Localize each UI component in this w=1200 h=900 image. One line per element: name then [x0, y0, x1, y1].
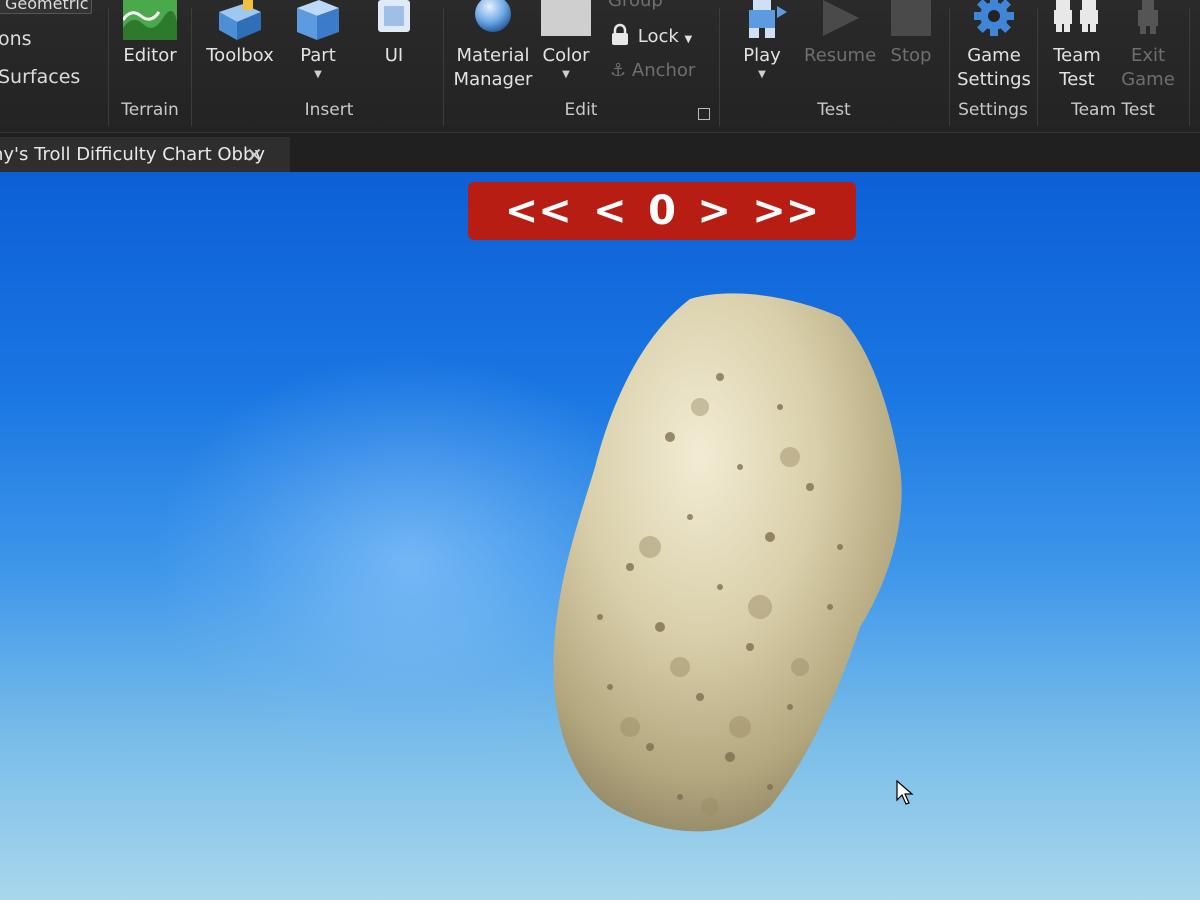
stop-button[interactable]: Stop	[884, 0, 938, 68]
team-test-label-line2: Test	[1059, 69, 1095, 90]
exit-game-label-line1: Exit	[1130, 45, 1166, 66]
3d-viewport[interactable]: << < 0 > >>	[0, 172, 1200, 900]
group-team-test: Team Test Exit Game Team Test	[1038, 0, 1188, 132]
color-swatch-icon	[541, 0, 591, 36]
toolbox-icon	[219, 0, 261, 40]
terrain-editor-button[interactable]: Editor	[118, 0, 182, 68]
mouse-cursor-icon	[896, 780, 914, 805]
prev-stage-button[interactable]: <	[593, 182, 627, 240]
editor-label: Editor	[123, 45, 177, 66]
material-manager-button[interactable]: Material Manager	[452, 0, 534, 92]
document-tab[interactable]: ny's Troll Difficulty Chart Obby ✕	[0, 137, 290, 173]
team-test-button[interactable]: Team Test	[1042, 0, 1112, 92]
play-button[interactable]: Play ▼	[732, 0, 792, 82]
ribbon-left-partial: Geometric ons Surfaces	[0, 0, 108, 132]
resume-button[interactable]: Resume	[804, 0, 876, 68]
play-label: Play	[743, 45, 781, 66]
resume-label: Resume	[804, 45, 877, 66]
document-tab-bar: ny's Troll Difficulty Chart Obby ✕	[0, 132, 1200, 173]
exit-game-icon	[1138, 0, 1158, 34]
group-separator	[1189, 8, 1190, 126]
exit-game-label-line2: Game	[1121, 69, 1175, 90]
anchor-icon: ⚓	[610, 60, 627, 81]
group-label-edit: Edit	[564, 100, 598, 120]
group-terrain: Editor Terrain	[110, 0, 190, 132]
toolbox-button[interactable]: Toolbox	[202, 0, 278, 68]
expand-group-icon[interactable]	[698, 108, 710, 120]
part-button[interactable]: Part ▼	[288, 0, 348, 82]
game-settings-label-line1: Game	[967, 45, 1021, 66]
game-settings-button[interactable]: Game Settings	[956, 0, 1032, 92]
color-button[interactable]: Color ▼	[536, 0, 596, 82]
studio-ribbon: Geometric ons Surfaces Editor Terrain To…	[0, 0, 1200, 132]
group-label: Group	[608, 0, 663, 11]
chevron-down-icon[interactable]: ▼	[536, 68, 596, 82]
stop-label: Stop	[890, 45, 932, 66]
partial-item-surfaces[interactable]: Surfaces	[0, 66, 80, 88]
material-sphere-icon	[475, 0, 511, 32]
lock-button[interactable]: Lock ▼	[608, 22, 692, 47]
next-stage-button[interactable]: >	[697, 182, 731, 240]
group-label-team-test: Team Test	[1071, 100, 1155, 120]
group-edit: Material Manager Color ▼ Group Lock ▼ ⚓ …	[444, 0, 718, 132]
part-cube-icon	[297, 0, 339, 40]
material-manager-label-line2: Manager	[453, 69, 533, 90]
team-icon	[1054, 0, 1098, 32]
anchor-label: Anchor	[631, 60, 696, 81]
play-character-icon	[749, 0, 787, 38]
close-icon[interactable]: ✕	[246, 137, 263, 173]
stop-icon	[891, 0, 931, 36]
lock-label: Lock	[637, 26, 679, 47]
group-label-test: Test	[817, 100, 851, 120]
group-button[interactable]: Group	[608, 0, 663, 11]
lock-icon	[612, 23, 628, 45]
ui-button[interactable]: UI	[364, 0, 424, 68]
group-insert: Toolbox Part ▼ UI Insert	[192, 0, 442, 132]
resume-icon	[823, 0, 859, 36]
ui-frame-icon	[378, 0, 410, 32]
chevron-down-icon[interactable]: ▼	[288, 68, 348, 82]
group-test: Play ▼ Resume Stop Test	[720, 0, 948, 132]
color-label: Color	[542, 45, 590, 66]
group-label-settings: Settings	[958, 100, 1028, 120]
group-label-terrain: Terrain	[121, 100, 179, 120]
part-label: Part	[300, 45, 336, 66]
partial-dropdown[interactable]: Geometric	[0, 0, 92, 14]
gear-icon	[974, 0, 1014, 36]
team-test-label-line1: Team	[1053, 45, 1101, 66]
stage-nav-panel: << < 0 > >>	[468, 182, 856, 240]
first-stage-button[interactable]: <<	[505, 182, 572, 240]
terrain-editor-icon	[123, 0, 177, 40]
group-label-insert: Insert	[304, 100, 354, 120]
current-stage-number: 0	[648, 188, 676, 234]
rock-model[interactable]	[540, 287, 920, 847]
group-separator	[108, 8, 109, 126]
anchor-button[interactable]: ⚓ Anchor	[610, 60, 695, 81]
material-manager-label-line1: Material	[456, 45, 530, 66]
ui-label: UI	[384, 45, 404, 66]
toolbox-label: Toolbox	[206, 45, 274, 66]
exit-game-button[interactable]: Exit Game	[1118, 0, 1178, 92]
chevron-down-icon[interactable]: ▼	[732, 68, 792, 82]
last-stage-button[interactable]: >>	[752, 182, 819, 240]
chevron-down-icon[interactable]: ▼	[685, 34, 693, 45]
game-settings-label-line2: Settings	[957, 69, 1031, 90]
group-settings: Game Settings Settings	[950, 0, 1036, 132]
document-tab-title: ny's Troll Difficulty Chart Obby	[0, 144, 266, 165]
partial-item-options[interactable]: ons	[0, 28, 32, 50]
